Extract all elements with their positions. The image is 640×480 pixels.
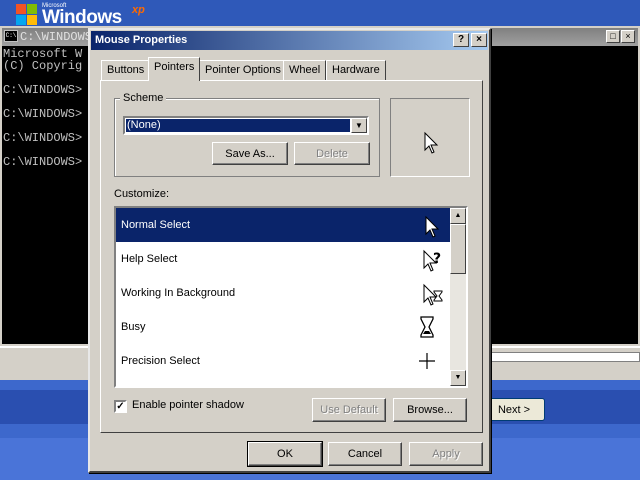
cmd-icon: C:\ <box>4 30 18 42</box>
windows-flag-icon <box>16 4 38 26</box>
cmd-line: C:\WINDOWS> <box>3 83 83 97</box>
list-item[interactable]: Busy <box>116 310 452 344</box>
list-item[interactable]: Normal Select <box>116 208 452 242</box>
setup-progress-bar <box>480 352 640 362</box>
list-item[interactable]: Precision Select <box>116 344 452 378</box>
cursor-preview <box>390 98 470 177</box>
svg-text:?: ? <box>433 251 441 267</box>
cmd-title: C:\WINDOWS <box>20 30 93 44</box>
tab-hardware[interactable]: Hardware <box>326 60 386 80</box>
scheme-label: Scheme <box>120 92 167 104</box>
browse-button[interactable]: Browse... <box>393 398 467 422</box>
cmd-line: C:\WINDOWS> <box>3 131 83 145</box>
cancel-button[interactable]: Cancel <box>328 442 402 466</box>
dropdown-arrow-icon[interactable]: ▼ <box>351 118 367 133</box>
tab-wheel[interactable]: Wheel <box>283 60 327 80</box>
working-cursor-icon <box>423 283 443 306</box>
hourglass-icon <box>420 316 434 338</box>
scheme-selected-value: (None) <box>125 118 351 133</box>
enable-shadow-checkbox[interactable]: ✓ <box>114 400 127 413</box>
enable-shadow-label: Enable pointer shadow <box>132 399 244 411</box>
customize-label: Customize: <box>114 188 170 200</box>
cmd-line: C:\WINDOWS> <box>3 155 83 169</box>
mouse-properties-dialog[interactable]: Mouse Properties ? × Buttons Pointers Po… <box>88 28 491 473</box>
delete-button[interactable]: Delete <box>294 142 370 165</box>
scheme-dropdown[interactable]: (None) ▼ <box>123 116 369 135</box>
windows-xp-logo: Microsoft Windows xp <box>16 2 176 28</box>
list-item-label: Normal Select <box>121 219 191 231</box>
list-item-partial[interactable] <box>116 378 452 388</box>
crosshair-icon <box>419 353 435 369</box>
help-cursor-icon: ? <box>423 249 441 272</box>
list-item[interactable]: Help Select ? <box>116 242 452 276</box>
scroll-up-icon[interactable]: ▲ <box>450 208 466 224</box>
tab-pointers[interactable]: Pointers <box>148 57 201 81</box>
list-item-label: Busy <box>121 321 146 333</box>
save-as-button[interactable]: Save As... <box>212 142 288 165</box>
vertical-scrollbar[interactable]: ▲ ▼ <box>450 208 466 386</box>
tab-buttons[interactable]: Buttons <box>101 60 151 80</box>
list-item-label: Precision Select <box>121 355 200 367</box>
cursor-list[interactable]: Normal Select Help Select ? Working In B… <box>114 206 468 388</box>
use-default-button[interactable]: Use Default <box>312 398 386 422</box>
apply-button[interactable]: Apply <box>409 442 483 466</box>
arrow-cursor-icon <box>424 131 439 154</box>
help-button[interactable]: ? <box>453 33 469 47</box>
next-button[interactable]: Next > <box>483 398 545 421</box>
cmd-line: C:\WINDOWS> <box>3 107 83 121</box>
list-item-label: Help Select <box>121 253 178 265</box>
text-cursor-icon <box>418 383 444 388</box>
close-button[interactable]: × <box>471 33 487 47</box>
cmd-maximize-button[interactable]: □ <box>606 30 620 43</box>
cmd-output: Microsoft W (C) Copyrig C:\WINDOWS> C:\W… <box>3 48 82 168</box>
scroll-thumb[interactable] <box>450 224 466 274</box>
dialog-titlebar[interactable]: Mouse Properties ? × <box>91 31 488 50</box>
cmd-line: (C) Copyrig <box>3 59 83 73</box>
scroll-down-icon[interactable]: ▼ <box>450 370 466 386</box>
dialog-title: Mouse Properties <box>95 34 188 46</box>
list-item-label: Working In Background <box>121 287 236 299</box>
list-item[interactable]: Working In Background <box>116 276 452 310</box>
tab-pointer-options[interactable]: Pointer Options <box>199 60 287 80</box>
logo-xp-text: xp <box>132 4 145 16</box>
cmd-close-button[interactable]: × <box>621 30 635 43</box>
ok-button[interactable]: OK <box>247 441 323 467</box>
arrow-cursor-icon <box>425 215 440 238</box>
